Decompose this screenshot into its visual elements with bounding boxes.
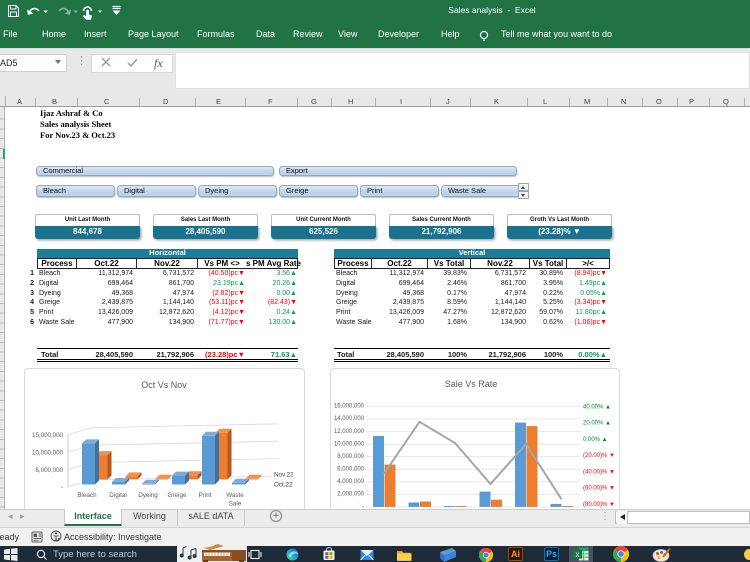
svg-text:(60.00)% ▼: (60.00)% ▼ — [583, 486, 615, 492]
svg-text:Sale: Sale — [229, 501, 242, 508]
svg-text:8,000,000: 8,000,000 — [337, 454, 364, 460]
svg-text:12,000,000: 12,000,000 — [334, 429, 365, 435]
svg-text:Print: Print — [199, 492, 212, 499]
svg-text:14,000,000: 14,000,000 — [334, 416, 365, 422]
svg-text:16,000,000: 16,000,000 — [334, 404, 365, 410]
svg-text:10,000,000: 10,000,000 — [334, 441, 365, 447]
svg-text:-: - — [61, 484, 63, 491]
svg-text:15,000,000: 15,000,000 — [32, 432, 64, 439]
svg-text:2,000,000: 2,000,000 — [337, 492, 364, 498]
svg-text:6,000,000: 6,000,000 — [337, 467, 364, 473]
svg-text:10,000,000: 10,000,000 — [32, 449, 64, 456]
svg-text:(40.00)% ▼: (40.00)% ▼ — [583, 469, 615, 475]
svg-text:Digital: Digital — [109, 492, 127, 499]
svg-text:0.00% ▲: 0.00% ▲ — [583, 437, 608, 443]
svg-text:4,000,000: 4,000,000 — [337, 479, 364, 485]
svg-text:Nov.22: Nov.22 — [274, 472, 294, 479]
svg-text:Sale Vs Rate: Sale Vs Rate — [445, 379, 498, 389]
svg-text:(80.00)% ▼: (80.00)% ▼ — [583, 502, 615, 508]
svg-text:Dyeing: Dyeing — [138, 492, 158, 499]
svg-text:40.00% ▲: 40.00% ▲ — [583, 405, 611, 411]
svg-text:(20.00)% ▼: (20.00)% ▼ — [583, 453, 615, 459]
svg-text:5,000,000: 5,000,000 — [35, 467, 63, 474]
svg-text:Oct Vs Nov: Oct Vs Nov — [141, 380, 187, 390]
svg-text:fx: fx — [154, 56, 163, 70]
svg-text:Waste: Waste — [226, 492, 244, 499]
svg-text:x: x — [576, 550, 580, 559]
svg-text:Bleach: Bleach — [77, 492, 97, 499]
svg-text:Oct.22: Oct.22 — [274, 482, 293, 489]
svg-text:Greige: Greige — [168, 492, 187, 499]
svg-text:20.00% ▲: 20.00% ▲ — [583, 421, 611, 427]
